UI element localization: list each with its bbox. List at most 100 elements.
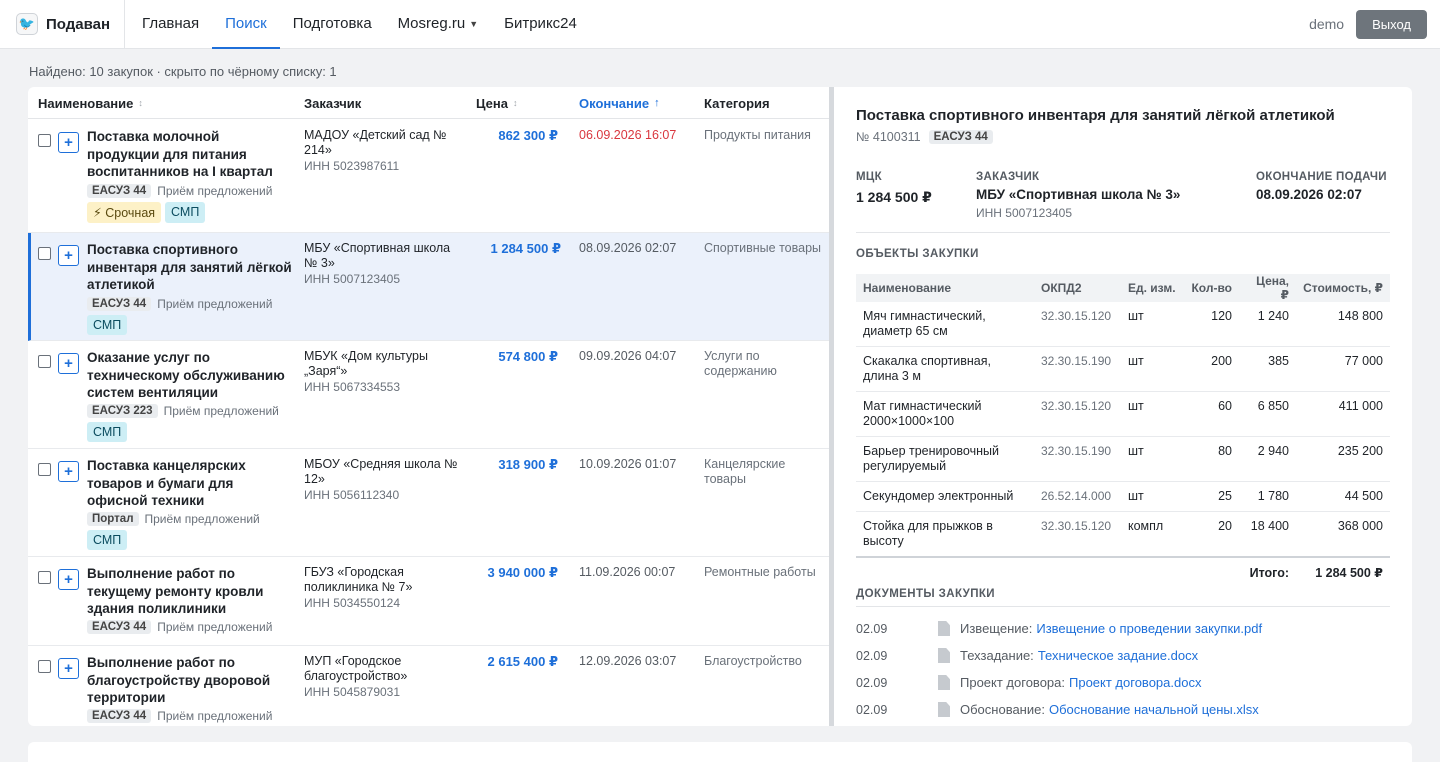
item-row: Мат гимнастический 2000×1000×100 32.30.1…	[856, 391, 1390, 437]
add-button[interactable]: +	[58, 353, 79, 374]
row-checkbox[interactable]	[38, 660, 51, 673]
customer-name: МБУК «Дом культуры „Заря“»	[304, 349, 428, 378]
nav-item-mosreg[interactable]: Mosreg.ru ▼	[385, 0, 491, 49]
item-qty: 80	[1183, 436, 1239, 482]
deadline-label: ОКОНЧАНИЕ ПОДАЧИ	[1256, 171, 1387, 183]
col-label: Окончание	[579, 95, 650, 111]
doc-link[interactable]: Извещение о проведении закупки.pdf	[1036, 621, 1262, 636]
row-customer: МБУ «Спортивная школа № 3» ИНН 5007123405	[304, 241, 464, 287]
chevron-down-icon: ▼	[469, 18, 479, 29]
add-button[interactable]: +	[58, 132, 79, 153]
detail-panel: Поставка спортивного инвентаря для занят…	[834, 87, 1412, 726]
col-label: Наименование	[38, 95, 134, 111]
row-price: 318 900 ₽	[498, 457, 558, 472]
row-title[interactable]: Поставка молочной продукции для питания …	[87, 128, 292, 181]
bird-logo-icon: 🐦	[16, 13, 38, 35]
row-title[interactable]: Выполнение работ по благоустройству двор…	[87, 654, 292, 707]
item-price: 1 240	[1239, 302, 1296, 347]
row-customer: МУП «Городское благоустройство» ИНН 50458…	[304, 654, 464, 700]
doc-type: Техзадание:	[960, 648, 1034, 663]
item-qty: 60	[1183, 391, 1239, 437]
table-row[interactable]: + Выполнение работ по текущему ремонту к…	[28, 557, 829, 646]
source-tag: Портал	[87, 512, 139, 526]
row-title[interactable]: Выполнение работ по текущему ремонту кро…	[87, 565, 292, 618]
logout-button[interactable]: Выход	[1356, 9, 1427, 39]
row-checkbox[interactable]	[38, 134, 51, 147]
deadline-block: ОКОНЧАНИЕ ПОДАЧИ 08.09.2026 02:07	[1256, 171, 1387, 202]
row-end-date: 09.09.2026 04:07	[579, 349, 677, 363]
nav-label: Подготовка	[292, 15, 372, 32]
row-customer: ГБУЗ «Городская поликлиника № 7» ИНН 5034…	[304, 565, 464, 611]
table-row[interactable]: + Выполнение работ по благоустройству дв…	[28, 646, 829, 726]
table-row[interactable]: + Поставка канцелярских товаров и бумаги…	[28, 449, 829, 557]
divider	[856, 232, 1390, 233]
add-button[interactable]: +	[58, 245, 79, 266]
customer-inn: ИНН 5023987611	[304, 159, 400, 173]
row-meta: ЕАСУЗ 44 Приём предложений	[87, 184, 272, 198]
item-cost: 368 000	[1296, 511, 1390, 558]
smp-badge: СМП	[87, 315, 128, 335]
doc-link[interactable]: Обоснование начальной цены.xlsx	[1049, 702, 1259, 717]
brand[interactable]: 🐦 Подаван	[0, 0, 126, 48]
item-cost: 77 000	[1296, 346, 1390, 392]
col-header: Цена, ₽	[1239, 274, 1296, 302]
row-checkbox[interactable]	[38, 571, 51, 584]
source-tag: ЕАСУЗ 44	[928, 130, 993, 144]
row-customer: МБУК «Дом культуры „Заря“» ИНН 5067334553	[304, 349, 464, 395]
table-row[interactable]: + Оказание услуг по техническому обслужи…	[28, 341, 829, 449]
item-qty: 120	[1183, 302, 1239, 347]
objects-section-title: ОБЪЕКТЫ ЗАКУПКИ	[856, 248, 979, 260]
col-header-price[interactable]: Цена ↕	[476, 87, 517, 119]
nav-item-bitrix[interactable]: Битрикс24	[491, 0, 590, 49]
customer-inn: ИНН 5034550124	[304, 596, 401, 610]
row-checkbox[interactable]	[38, 247, 51, 260]
table-row[interactable]: + Поставка молочной продукции для питани…	[28, 120, 829, 233]
customer-label: ЗАКАЗЧИК	[976, 171, 1040, 183]
doc-type: Обоснование:	[960, 702, 1045, 717]
table-row-selected[interactable]: + Поставка спортивного инвентаря для зан…	[28, 233, 829, 341]
row-badges: СМП	[87, 315, 128, 335]
docs-section-title: ДОКУМЕНТЫ ЗАКУПКИ	[856, 588, 995, 600]
row-price: 2 615 400 ₽	[487, 654, 559, 669]
nav-label: Главная	[142, 15, 200, 32]
col-header-end[interactable]: Окончание ↑	[579, 87, 660, 119]
row-meta: ЕАСУЗ 44 Приём предложений	[87, 709, 272, 723]
divider	[856, 606, 1390, 607]
item-okpd: 32.30.15.190	[1034, 436, 1121, 482]
nav-item-preparation[interactable]: Подготовка	[280, 0, 385, 49]
row-checkbox[interactable]	[38, 355, 51, 368]
row-category: Ремонтные работы	[704, 565, 816, 579]
row-category: Продукты питания	[704, 128, 811, 142]
total-label: Итого:	[856, 556, 1296, 588]
nav-item-home[interactable]: Главная	[129, 0, 212, 49]
sort-icon: ↕	[138, 98, 143, 108]
mck-label: МЦК	[856, 171, 882, 183]
row-title[interactable]: Поставка канцелярских товаров и бумаги д…	[87, 457, 292, 510]
row-title[interactable]: Поставка спортивного инвентаря для занят…	[87, 241, 292, 294]
row-badges: ⚡ Срочная СМП	[87, 202, 206, 223]
col-header-category: Категория	[704, 87, 770, 119]
doc-link[interactable]: Проект договора.docx	[1069, 675, 1201, 690]
file-icon	[938, 702, 950, 717]
add-button[interactable]: +	[58, 569, 79, 590]
customer-value: МБУ «Спортивная школа № 3»	[976, 187, 1181, 202]
nav-item-search[interactable]: Поиск	[212, 0, 280, 49]
doc-date: 02.09	[856, 648, 888, 663]
row-end-date: 11.09.2026 00:07	[579, 565, 676, 579]
row-meta: ЕАСУЗ 44 Приём предложений	[87, 620, 272, 634]
col-header-name[interactable]: Наименование ↕	[38, 87, 143, 119]
items-header-row: Наименование ОКПД2 Ед. изм. Кол-во Цена,…	[856, 274, 1390, 302]
row-price: 3 940 000 ₽	[487, 565, 559, 580]
add-button[interactable]: +	[58, 461, 79, 482]
doc-type: Извещение:	[960, 621, 1033, 636]
add-button[interactable]: +	[58, 658, 79, 679]
col-header-customer: Заказчик	[304, 87, 361, 119]
procurement-list: Наименование ↕ Заказчик Цена ↕ Окончание ↑ …	[28, 87, 829, 726]
row-end-date: 08.09.2026 02:07	[579, 241, 677, 255]
row-title[interactable]: Оказание услуг по техническому обслужива…	[87, 349, 292, 402]
stage-text: Приём предложений	[144, 512, 260, 526]
row-meta: ЕАСУЗ 223 Приём предложений	[87, 404, 279, 418]
row-checkbox[interactable]	[38, 463, 51, 476]
doc-link[interactable]: Техническое задание.docx	[1038, 648, 1198, 663]
item-okpd: 32.30.15.120	[1034, 391, 1121, 437]
